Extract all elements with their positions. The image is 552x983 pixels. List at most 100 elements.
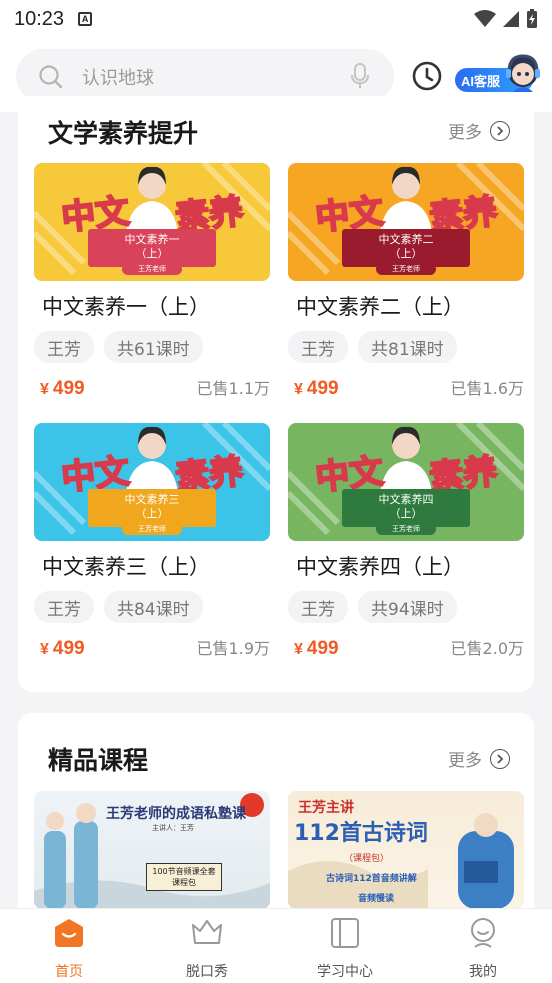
search-input[interactable]: 认识地球 [16,49,394,103]
promo-idiom-title: 王芳老师的成语私塾课 [106,806,246,822]
sold-count: 已售1.1万 [196,379,270,398]
ribbon-title: 中文素养一 [124,233,180,246]
ribbon-title: 中文素养二 [378,233,434,246]
chevron-right-icon [490,120,510,141]
course-card[interactable]: 中文 素养 中文素养四 （上） 王芳老师 中文素养四（上） 王芳 共94课时 ¥… [288,423,524,660]
crown-icon [192,920,222,944]
price-value: 499 [306,378,339,399]
price-row: ¥499 已售1.9万 [34,635,270,660]
tab-home[interactable]: 首页 [0,909,138,983]
price-row: ¥499 已售1.1万 [34,375,270,400]
thumbnail-teacher-tag: 王芳老师 [122,263,182,275]
price-value: 499 [52,378,85,399]
teacher-tag: 王芳 [34,331,94,363]
course-card[interactable]: 中文 素养 中文素养一 （上） 王芳老师 中文素养一（上） 王芳 共61课时 ¥… [34,163,270,400]
profile-icon [471,918,495,948]
course-tags: 王芳 共61课时 [34,331,270,363]
promo-idiom-course[interactable]: 王芳老师的成语私塾课 主讲人：王芳 100节音频课全套课程包 [34,791,270,909]
tab-mine[interactable]: 我的 [414,909,552,983]
ribbon-sub: （上） [135,247,169,260]
promo-idiom-badge: 100节音频课全套课程包 [146,863,222,891]
bottom-tab-bar: 首页 脱口秀 学习中心 我的 [0,908,552,983]
currency-symbol: ¥ [40,381,49,398]
course-price: ¥499 [294,638,339,660]
sold-count: 已售2.0万 [450,639,524,658]
course-thumbnail: 中文 素养 中文素养四 （上） 王芳老师 [288,423,524,541]
currency-symbol: ¥ [40,641,49,658]
course-card[interactable]: 中文 素养 中文素养三 （上） 王芳老师 中文素养三（上） 王芳 共84课时 ¥… [34,423,270,660]
tab-learning-label: 学习中心 [317,964,373,980]
course-title: 中文素养三（上） [42,555,210,579]
status-time: 10:23 [14,7,65,30]
ribbon-sub: （上） [389,507,423,520]
literacy-section: 文学素养提升 更多 中文 素养 中文素养一 （上） 王芳老师 中文素养一（上） … [18,96,534,692]
ribbon-sub: （上） [135,507,169,520]
thumbnail-teacher-tag: 王芳老师 [376,263,436,275]
course-thumbnail: 中文 素养 中文素养三 （上） 王芳老师 [34,423,270,541]
lessons-tag: 共94课时 [358,591,457,623]
more-premium-button[interactable]: 更多 [448,746,510,771]
course-title: 中文素养二（上） [296,295,464,319]
ribbon-title: 中文素养四 [378,493,434,506]
tab-home-label: 首页 [55,964,83,980]
price-row: ¥499 已售1.6万 [288,375,524,400]
tab-learning-center[interactable]: 学习中心 [276,909,414,983]
more-label: 更多 [448,751,482,771]
promo-poetry-main: 112首古诗词 [294,821,428,846]
status-icons [474,9,538,29]
more-label: 更多 [448,123,482,143]
thumbnail-ribbon: 中文素养二 （上） [342,229,470,267]
promo-poetry-badge: （课程包） [344,854,390,864]
thumbnail-ribbon: 中文素养四 （上） [342,489,470,527]
notification-icon: A [78,12,93,26]
search-icon [39,65,63,89]
course-tags: 王芳 共84课时 [34,591,270,623]
history-clock-icon[interactable] [411,60,443,92]
promo-poetry-line2: 音频慢读 [358,894,395,904]
course-tags: 王芳 共94课时 [288,591,524,623]
more-literacy-button[interactable]: 更多 [448,118,510,143]
lessons-tag: 共61课时 [104,331,203,363]
lessons-tag: 共84课时 [104,591,203,623]
course-title: 中文素养一（上） [42,295,210,319]
teacher-tag: 王芳 [288,591,348,623]
course-price: ¥499 [40,638,85,660]
course-card[interactable]: 中文 素养 中文素养二 （上） 王芳老师 中文素养二（上） 王芳 共81课时 ¥… [288,163,524,400]
wifi-icon [474,10,496,27]
tab-talkshow-label: 脱口秀 [186,964,228,980]
signal-icon [503,11,519,27]
course-thumbnail: 中文 素养 中文素养一 （上） 王芳老师 [34,163,270,281]
book-icon [331,918,359,948]
tab-mine-label: 我的 [469,964,497,980]
tab-talkshow[interactable]: 脱口秀 [138,909,276,983]
battery-icon [527,9,537,28]
ribbon-sub: （上） [389,247,423,260]
price-value: 499 [52,638,85,659]
lessons-tag: 共81课时 [358,331,457,363]
promo-poetry-course[interactable]: 王芳主讲 112首古诗词 （课程包） 古诗词112首音频讲解 音频慢读 [288,791,524,909]
sold-count: 已售1.6万 [450,379,524,398]
home-icon [55,919,83,947]
promo-poetry-top: 王芳主讲 [298,800,354,816]
chevron-right-icon [490,748,510,769]
ai-avatar-icon [506,54,540,92]
search-placeholder: 认识地球 [82,68,154,89]
currency-symbol: ¥ [294,641,303,658]
promo-idiom-sub: 主讲人：王芳 [152,824,194,832]
course-thumbnail: 中文 素养 中文素养二 （上） 王芳老师 [288,163,524,281]
thumbnail-ribbon: 中文素养三 （上） [88,489,216,527]
microphone-icon[interactable] [350,63,370,89]
ai-service-button[interactable]: AI客服 [455,52,545,96]
thumbnail-ribbon: 中文素养一 （上） [88,229,216,267]
status-bar: 10:23 A [0,0,552,38]
promo-poetry-line1: 古诗词112首音频讲解 [326,874,417,884]
sold-count: 已售1.9万 [196,639,270,658]
ribbon-title: 中文素养三 [124,493,180,506]
teacher-tag: 王芳 [34,591,94,623]
section-title-literacy: 文学素养提升 [48,119,199,148]
teacher-tag: 王芳 [288,331,348,363]
price-value: 499 [306,638,339,659]
course-tags: 王芳 共81课时 [288,331,524,363]
thumbnail-teacher-tag: 王芳老师 [376,523,436,535]
price-row: ¥499 已售2.0万 [288,635,524,660]
